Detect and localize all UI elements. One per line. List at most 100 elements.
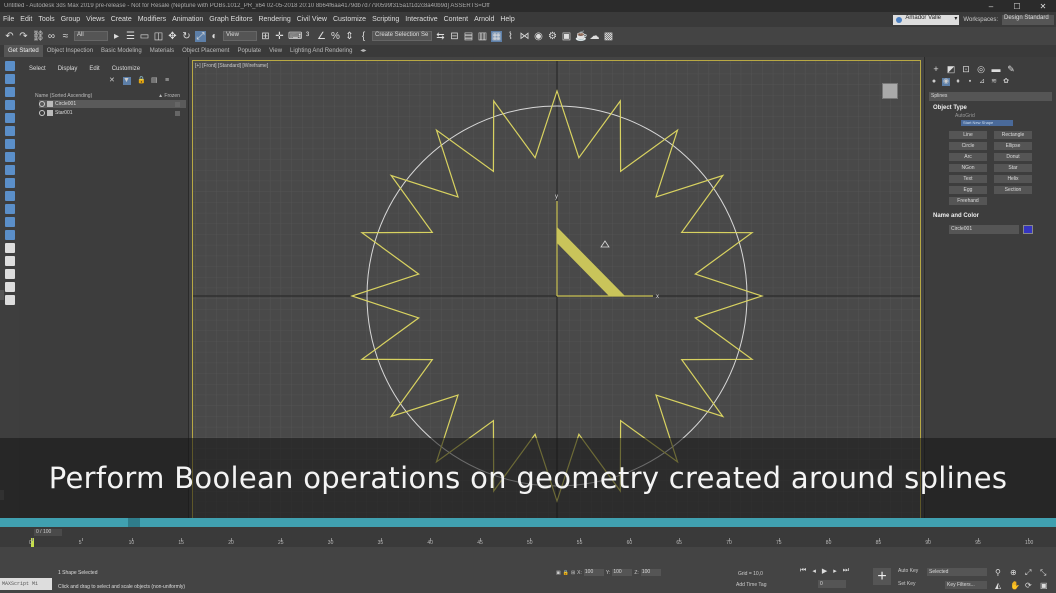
menu-help[interactable]: Help [499,16,519,23]
display-bones-icon[interactable] [4,191,15,201]
auto-key-button[interactable]: Auto Key [898,568,918,574]
rendered-frame-window-icon[interactable]: ▣ [561,31,572,42]
minimize-button[interactable]: – [978,2,1004,11]
zoom-extents-icon[interactable]: ⤢ [1025,568,1037,578]
freeze-icon[interactable] [175,101,180,107]
menu-customize[interactable]: Customize [332,16,371,23]
menu-edit[interactable]: Edit [19,16,37,23]
y-coord-field[interactable]: 100 [612,569,633,576]
unlink-icon[interactable]: ∞ [46,31,57,42]
systems-icon[interactable]: ✿ [1002,78,1010,86]
donut-button[interactable]: Donut [994,153,1032,161]
bind-spacewarp-icon[interactable]: ≈ [60,31,71,42]
trackbar[interactable] [0,518,1056,527]
link-icon[interactable]: ⛓ [32,31,45,42]
circle-button[interactable]: Circle [949,142,987,150]
ngon-button[interactable]: NGon [949,164,987,172]
filter-icon[interactable]: ▼ [123,76,131,85]
display-frozen-icon[interactable] [4,217,15,227]
user-account-dropdown[interactable]: Amador Valle ▾ [893,14,960,25]
layer-explorer-icon[interactable]: ▥ [477,31,488,42]
set-key-icon[interactable]: + [873,568,891,585]
scale-icon[interactable]: ⤢ [195,30,206,42]
material-editor-icon[interactable]: ◉ [533,31,544,42]
field-of-view-icon[interactable]: ◭ [995,581,1007,590]
ribbon-tab-view[interactable]: View [265,45,286,57]
layers-icon[interactable]: ▤ [151,77,159,85]
move-icon[interactable]: ✥ [167,31,178,42]
display-spacewarps-icon[interactable] [4,152,15,162]
redo-icon[interactable]: ↷ [18,31,29,42]
time-slider[interactable]: 0 / 100 0 5 10 15 20 25 30 35 40 45 50 55 60 65 70 75 80… [0,527,1056,547]
select-manipulate-icon[interactable]: ✛ [274,31,285,42]
undo-icon[interactable]: ↶ [4,31,15,42]
display-none-icon[interactable] [4,61,15,71]
maxscript-listener[interactable]: MAXScript Mi [0,578,52,590]
display-helpers-icon[interactable] [4,139,15,149]
filter-icon[interactable] [4,282,15,292]
orbit-icon[interactable]: ⟳ [1025,581,1037,590]
render-production-icon[interactable]: ☕ [575,31,587,42]
window-crossing-icon[interactable]: ◫ [153,31,164,42]
ribbon-tab-lighting-rendering[interactable]: Lighting And Rendering [286,45,356,57]
render-cloud-icon[interactable]: ☁ [589,31,600,42]
absolute-mode-icon[interactable]: ⊞ [571,570,575,576]
visibility-icon[interactable] [39,101,45,107]
scene-explorer-toggle-icon[interactable]: ▤ [463,31,474,42]
egg-button[interactable]: Egg [949,186,987,194]
close-button[interactable]: ✕ [1030,2,1056,11]
current-frame-field[interactable]: 0 [818,580,846,588]
z-coord-field[interactable]: 100 [640,569,661,576]
freeze-icon[interactable] [175,110,180,116]
se-menu-select[interactable]: Select [29,66,46,72]
pan-icon[interactable]: ✋ [1010,581,1022,590]
shape-category-dropdown[interactable]: Splines [929,92,1052,101]
menu-create[interactable]: Create [110,16,137,23]
zoom-icon[interactable]: ⚲ [995,568,1007,578]
pivot-center-icon[interactable]: ⊞ [260,31,271,42]
toggle-boxes-icon[interactable] [4,295,15,305]
display-geometry-icon[interactable] [4,87,15,97]
menu-tools[interactable]: Tools [37,16,59,23]
motion-tab-icon[interactable]: ◎ [976,64,986,74]
percent-snap-icon[interactable]: % [330,31,341,42]
section-button[interactable]: Section [994,186,1032,194]
list-item[interactable]: Circle001 [39,100,186,108]
display-children-icon[interactable] [4,243,15,253]
select-by-name-icon[interactable]: ☰ [125,31,136,42]
time-ruler[interactable]: 0 5 10 15 20 25 30 35 40 45 50 55 60 65 70 75 80 85 90 95 10… [0,538,1056,547]
curve-editor-icon[interactable]: ⌇ [505,31,516,42]
display-lights-icon[interactable] [4,113,15,123]
ribbon-tab-populate[interactable]: Populate [233,45,265,57]
previous-frame-icon[interactable]: ◂ [812,567,816,575]
display-hidden-icon[interactable] [4,230,15,240]
object-type-rollout[interactable]: Object Type [929,105,1052,111]
display-dependencies-icon[interactable] [4,269,15,279]
ellipse-button[interactable]: Ellipse [994,142,1032,150]
menu-content[interactable]: Content [443,16,474,23]
snaps-toggle-icon[interactable]: ³ [302,31,313,42]
se-menu-edit[interactable]: Edit [89,66,99,72]
viewcube[interactable] [882,83,898,99]
ribbon-tab-object-placement[interactable]: Object Placement [178,45,233,57]
menu-arnold[interactable]: Arnold [473,16,499,23]
named-selection-dropdown[interactable]: Create Selection Se [372,31,432,41]
lock-icon[interactable]: 🔒 [137,77,146,85]
ribbon-tab-basic-modeling[interactable]: Basic Modeling [97,45,146,57]
display-influences-icon[interactable] [4,256,15,266]
freehand-button[interactable]: Freehand [949,197,987,205]
menu-file[interactable]: File [2,16,19,23]
star-button[interactable]: Star [994,164,1032,172]
se-menu-display[interactable]: Display [58,66,78,72]
angle-snap-icon[interactable]: ∠ [316,31,327,42]
align-icon[interactable]: ⊟ [449,31,460,42]
se-menu-customize[interactable]: Customize [112,66,140,72]
spinner-snap-icon[interactable]: ⇕ [344,31,355,42]
helpers-icon[interactable]: ⊿ [978,78,986,86]
name-color-rollout[interactable]: Name and Color [929,213,1052,219]
ribbon-tab-materials[interactable]: Materials [146,45,178,57]
go-to-start-icon[interactable]: ⏮ [800,567,806,575]
a360-gallery-icon[interactable]: ▩ [603,31,614,42]
hierarchy-icon[interactable]: ≡ [165,77,173,85]
display-groups-icon[interactable] [4,165,15,175]
